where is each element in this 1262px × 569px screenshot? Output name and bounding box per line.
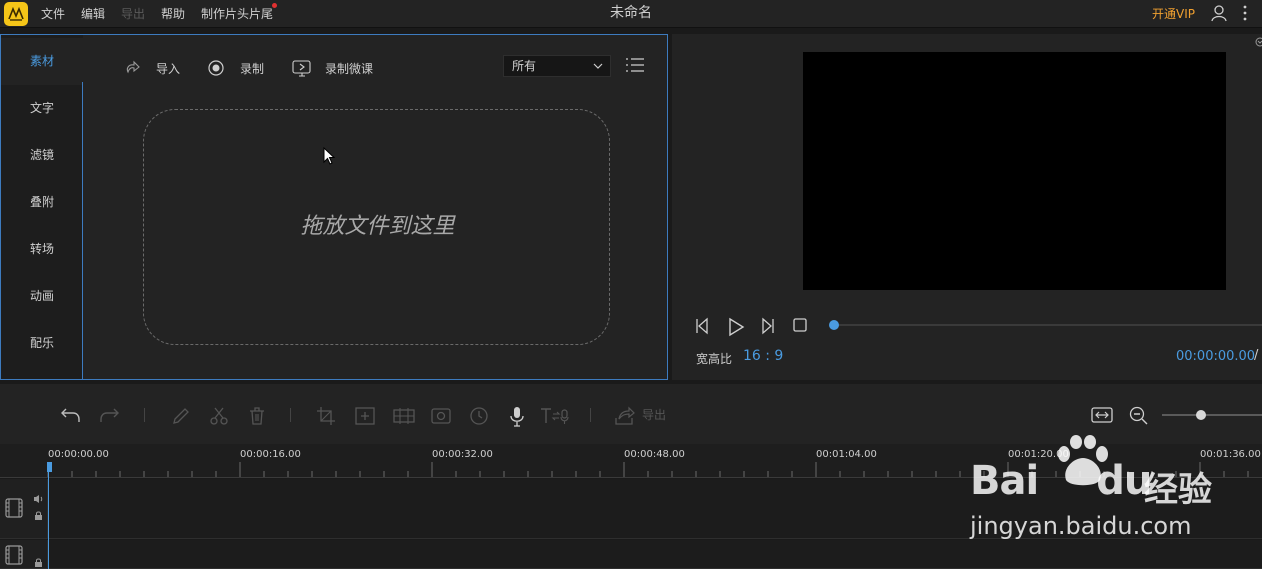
trash-icon[interactable]	[247, 406, 267, 426]
lock-icon[interactable]	[34, 511, 43, 521]
playback-progress-track[interactable]	[834, 324, 1262, 326]
record-label: 录制	[240, 62, 265, 76]
import-button[interactable]: 导入	[125, 59, 180, 79]
video-preview	[803, 52, 1226, 290]
video-track-1[interactable]	[0, 479, 1262, 539]
edit-pencil-icon[interactable]	[171, 406, 191, 426]
mouse-cursor-icon	[323, 147, 336, 165]
menu-export[interactable]: 导出	[121, 0, 145, 28]
vip-button[interactable]: 开通VIP	[1152, 0, 1195, 28]
export-icon[interactable]	[613, 406, 635, 426]
video-track-2[interactable]	[0, 540, 1262, 569]
media-library-panel: 素材 文字 滤镜 叠附 转场 动画 配乐 导入 录制 录制微课 所有 拖放文件到…	[0, 34, 668, 380]
drop-zone-text: 拖放文件到这里	[300, 214, 455, 239]
screen-record-icon	[292, 60, 311, 77]
collapse-icon[interactable]	[1255, 37, 1262, 47]
window-title: 未命名	[610, 5, 652, 21]
volume-icon[interactable]	[33, 494, 44, 504]
side-nav-overlays[interactable]: 叠附	[1, 179, 83, 226]
mosaic-icon[interactable]	[392, 406, 416, 426]
zoom-frame-icon[interactable]	[354, 406, 376, 426]
record-icon	[208, 60, 224, 76]
stop-icon[interactable]	[792, 317, 808, 333]
zoom-slider-track[interactable]	[1162, 414, 1262, 416]
chevron-down-icon	[593, 63, 603, 69]
more-menu-icon[interactable]	[1240, 4, 1258, 22]
redo-icon[interactable]	[98, 406, 120, 424]
undo-icon[interactable]	[60, 406, 82, 424]
drop-zone[interactable]: 拖放文件到这里	[143, 109, 610, 345]
side-nav-media[interactable]: 素材	[1, 38, 83, 85]
menu-intro-outro[interactable]: 制作片头片尾	[201, 0, 273, 28]
menu-bar: 文件 编辑 导出 帮助 制作片头片尾 未命名 开通VIP	[0, 0, 1262, 28]
preview-panel: 宽高比 16 : 9 00:00:00.00 /	[672, 34, 1262, 380]
side-nav-divider	[82, 82, 83, 379]
import-label: 导入	[156, 62, 181, 76]
text-to-speech-icon[interactable]	[539, 406, 571, 426]
import-icon	[126, 60, 140, 74]
playhead-line[interactable]	[48, 470, 49, 569]
duration-clock-icon[interactable]	[469, 406, 489, 426]
notification-dot	[272, 3, 277, 8]
timeline-ruler[interactable]: 00:00:00.00 00:00:16.00 00:00:32.00 00:0…	[0, 444, 1262, 478]
zoom-out-icon[interactable]	[1129, 406, 1149, 426]
toolbar-divider	[590, 408, 591, 422]
prev-frame-icon[interactable]	[694, 317, 712, 335]
app-logo	[4, 2, 28, 26]
side-nav-filters[interactable]: 滤镜	[1, 132, 83, 179]
side-nav-text[interactable]: 文字	[1, 85, 83, 132]
list-view-icon[interactable]	[625, 57, 645, 73]
track-header	[0, 540, 48, 568]
record-button[interactable]: 录制	[208, 59, 264, 79]
aspect-ratio-label: 宽高比	[696, 352, 733, 366]
toolbar-divider	[290, 408, 291, 422]
side-nav-transitions[interactable]: 转场	[1, 226, 83, 273]
playback-progress-knob[interactable]	[829, 320, 839, 330]
film-strip-icon	[5, 545, 23, 565]
play-icon[interactable]	[726, 317, 746, 337]
current-timecode: 00:00:00.00	[1176, 349, 1256, 364]
app-window: 文件 编辑 导出 帮助 制作片头片尾 未命名 开通VIP 素材 文字 滤镜 叠附…	[0, 0, 1262, 569]
media-filter-select[interactable]: 所有	[503, 55, 611, 77]
fit-timeline-icon[interactable]	[1091, 406, 1113, 424]
lock-icon[interactable]	[34, 558, 43, 568]
export-label: 导出	[642, 408, 667, 422]
film-strip-icon	[5, 498, 23, 518]
toolbar-divider	[144, 408, 145, 422]
scissors-icon[interactable]	[209, 406, 229, 426]
timeline-toolbar: 导出	[0, 384, 1262, 444]
user-icon[interactable]	[1210, 4, 1228, 22]
microphone-icon[interactable]	[508, 406, 526, 428]
record-lesson-button[interactable]: 录制微课	[292, 59, 373, 79]
side-nav: 素材 文字 滤镜 叠附 转场 动画 配乐	[1, 35, 83, 379]
media-filter-value: 所有	[512, 59, 537, 73]
side-nav-music[interactable]: 配乐	[1, 320, 83, 367]
next-frame-icon[interactable]	[758, 317, 776, 335]
ruler-ticks	[47, 462, 1249, 477]
record-lesson-label: 录制微课	[325, 62, 374, 76]
freeze-frame-icon[interactable]	[430, 406, 452, 426]
timecode-separator: /	[1254, 348, 1259, 363]
crop-icon[interactable]	[316, 406, 336, 426]
track-header	[0, 479, 48, 538]
menu-edit[interactable]: 编辑	[81, 0, 105, 28]
side-nav-animations[interactable]: 动画	[1, 273, 83, 320]
menu-help[interactable]: 帮助	[161, 0, 185, 28]
menu-file[interactable]: 文件	[41, 0, 65, 28]
zoom-slider-knob[interactable]	[1196, 410, 1206, 420]
aspect-ratio-value[interactable]: 16 : 9	[743, 348, 783, 364]
